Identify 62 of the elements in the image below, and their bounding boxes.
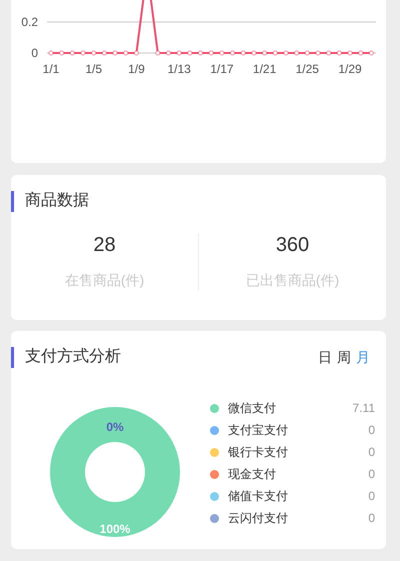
data-point	[262, 50, 268, 56]
data-point	[326, 50, 332, 56]
stat-value: 360	[276, 233, 310, 257]
legend-label: 支付宝支付	[228, 422, 288, 439]
data-point	[112, 50, 118, 56]
percent-label: 0%	[106, 420, 124, 434]
legend-value: 7.11	[352, 400, 375, 417]
axis-label: 1/1	[42, 62, 60, 76]
period-tab[interactable]: 周	[337, 346, 351, 368]
data-point	[219, 50, 224, 56]
data-point	[176, 50, 182, 56]
data-point	[155, 50, 160, 56]
legend-value: 0	[368, 422, 375, 439]
data-point	[123, 50, 128, 56]
section-title: 商品数据	[25, 190, 89, 211]
data-point	[336, 50, 342, 56]
data-point	[272, 50, 278, 56]
axis-label: 1/17	[210, 62, 234, 76]
data-point	[48, 50, 54, 56]
legend-value: 0	[368, 510, 375, 527]
axis-label: 1/25	[296, 62, 319, 76]
data-point	[80, 50, 86, 56]
accent-bar	[11, 190, 14, 212]
legend-label: 现金支付	[228, 466, 276, 483]
accent-bar	[11, 346, 14, 368]
data-point	[166, 50, 171, 56]
section-title: 支付方式分析	[25, 346, 121, 367]
data-point	[251, 50, 256, 56]
data-point	[294, 50, 300, 56]
data-point	[187, 50, 192, 56]
axis-label: 0.2	[21, 15, 38, 29]
data-point	[198, 50, 204, 56]
data-point	[358, 50, 364, 56]
data-point	[59, 50, 64, 56]
legend-label: 银行卡支付	[228, 444, 288, 461]
data-point	[230, 50, 236, 56]
period-tab[interactable]: 日	[318, 346, 332, 368]
axis-label: 1/13	[167, 62, 191, 76]
percent-label: 100%	[100, 522, 130, 536]
data-point	[70, 50, 75, 56]
data-point	[134, 50, 139, 56]
legend-label: 微信支付	[228, 400, 276, 417]
axis-label: 0	[31, 46, 38, 60]
data-point	[316, 50, 320, 56]
axis-label: 1/21	[252, 62, 276, 76]
data-point	[102, 50, 107, 56]
data-point	[368, 50, 374, 56]
axis-label: 1/29	[338, 62, 362, 76]
legend-label: 云闪付支付	[228, 510, 288, 527]
data-point	[283, 50, 288, 56]
axis-label: 1/5	[85, 62, 102, 76]
data-point	[304, 50, 310, 56]
legend-value: 0	[368, 444, 375, 461]
data-point	[240, 50, 246, 56]
legend-value: 0	[368, 488, 375, 505]
axis-label: 1/9	[128, 62, 145, 76]
legend-value: 0	[368, 466, 375, 483]
legend-label: 储值卡支付	[228, 488, 288, 505]
data-point	[348, 50, 353, 56]
stat-value: 28	[93, 233, 116, 257]
data-point	[91, 50, 96, 56]
data-point	[208, 50, 214, 56]
